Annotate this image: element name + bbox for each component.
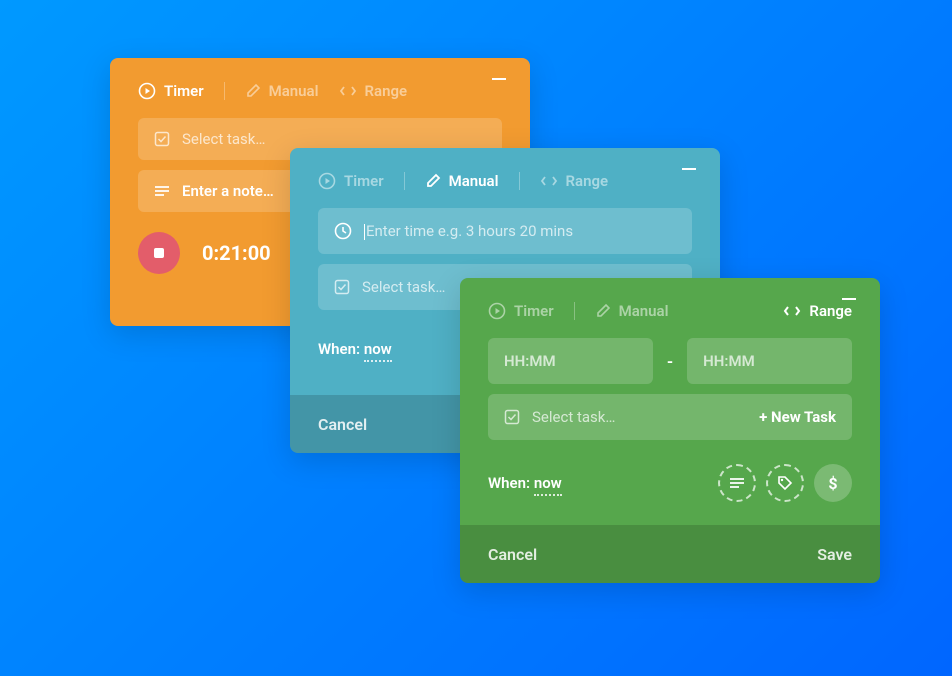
- when-value[interactable]: now: [534, 474, 562, 496]
- tab-manual[interactable]: Manual: [595, 302, 669, 320]
- select-task-placeholder: Select task…: [182, 130, 265, 148]
- range-end-input[interactable]: HH:MM: [687, 338, 852, 384]
- edit-icon: [245, 83, 261, 99]
- tab-timer-label: Timer: [344, 172, 384, 190]
- tab-manual-label: Manual: [449, 172, 499, 190]
- manual-card-header: Timer Manual Range: [290, 148, 720, 198]
- select-task-placeholder: Select task…: [362, 278, 445, 296]
- when-label: When:: [488, 474, 530, 492]
- tab-divider: [404, 172, 405, 190]
- billable-button[interactable]: $: [814, 464, 852, 502]
- range-icon: [339, 84, 357, 98]
- new-task-button[interactable]: + New Task: [759, 408, 836, 426]
- enter-time-input[interactable]: Enter time e.g. 3 hours 20 mins: [318, 208, 692, 254]
- tab-timer[interactable]: Timer: [318, 172, 384, 190]
- cancel-button[interactable]: Cancel: [318, 415, 367, 434]
- stop-button[interactable]: [138, 232, 180, 274]
- tab-range[interactable]: Range: [339, 82, 408, 100]
- tab-manual[interactable]: Manual: [425, 172, 499, 190]
- play-circle-icon: [488, 302, 506, 320]
- dollar-icon: $: [828, 474, 837, 493]
- note-icon: [154, 184, 170, 198]
- tab-divider: [519, 172, 520, 190]
- tab-range-label: Range: [365, 82, 408, 100]
- tab-timer-label: Timer: [164, 82, 204, 100]
- range-inputs: HH:MM - HH:MM: [488, 338, 852, 384]
- clock-icon: [334, 222, 352, 240]
- range-start-input[interactable]: HH:MM: [488, 338, 653, 384]
- minimize-button[interactable]: [682, 168, 696, 170]
- tab-manual-label: Manual: [269, 82, 319, 100]
- tab-divider: [224, 82, 225, 100]
- range-icon: [540, 174, 558, 188]
- tag-button[interactable]: [766, 464, 804, 502]
- enter-time-placeholder: Enter time e.g. 3 hours 20 mins: [366, 222, 573, 240]
- checkbox-icon: [334, 279, 350, 295]
- when-row: When: now: [488, 474, 562, 492]
- tag-icon: [777, 475, 793, 491]
- note-button[interactable]: [718, 464, 756, 502]
- select-task-input[interactable]: Select task…: [504, 408, 615, 426]
- circle-button-group: $: [718, 464, 852, 502]
- edit-icon: [595, 303, 611, 319]
- range-card: Timer Manual Range HH:MM - HH:MM: [460, 278, 880, 583]
- tab-timer[interactable]: Timer: [138, 82, 204, 100]
- edit-icon: [425, 173, 441, 189]
- checkbox-icon: [154, 131, 170, 147]
- range-dash: -: [667, 352, 673, 371]
- when-label: When:: [318, 340, 360, 358]
- tab-manual-label: Manual: [619, 302, 669, 320]
- minimize-button[interactable]: [842, 298, 856, 300]
- when-value[interactable]: now: [364, 340, 392, 362]
- range-icon: [783, 304, 801, 318]
- range-card-header: Timer Manual Range: [460, 278, 880, 328]
- tab-manual[interactable]: Manual: [245, 82, 319, 100]
- enter-time-field: Enter time e.g. 3 hours 20 mins: [364, 222, 573, 240]
- text-cursor: [364, 224, 365, 240]
- tab-timer-label: Timer: [514, 302, 554, 320]
- save-button[interactable]: Save: [817, 545, 852, 564]
- tab-divider: [574, 302, 575, 320]
- timer-elapsed: 0:21:00: [202, 241, 271, 265]
- tab-range-label: Range: [566, 172, 609, 190]
- tab-range-label: Range: [809, 302, 852, 320]
- select-task-placeholder: Select task…: [532, 408, 615, 426]
- tab-timer[interactable]: Timer: [488, 302, 554, 320]
- tab-range[interactable]: Range: [783, 302, 852, 320]
- play-circle-icon: [318, 172, 336, 190]
- checkbox-icon: [504, 409, 520, 425]
- range-card-body: HH:MM - HH:MM Select task… + New Task: [460, 328, 880, 450]
- select-task-row: Select task… + New Task: [488, 394, 852, 440]
- enter-note-placeholder: Enter a note…: [182, 182, 274, 200]
- tab-range[interactable]: Range: [540, 172, 609, 190]
- timer-card-header: Timer Manual Range: [110, 58, 530, 108]
- note-icon: [729, 477, 745, 489]
- play-circle-icon: [138, 82, 156, 100]
- range-bottom-row: When: now $: [460, 450, 880, 502]
- cancel-button[interactable]: Cancel: [488, 545, 537, 564]
- minimize-button[interactable]: [492, 78, 506, 80]
- stop-icon: [154, 248, 164, 258]
- range-card-footer: Cancel Save: [460, 525, 880, 583]
